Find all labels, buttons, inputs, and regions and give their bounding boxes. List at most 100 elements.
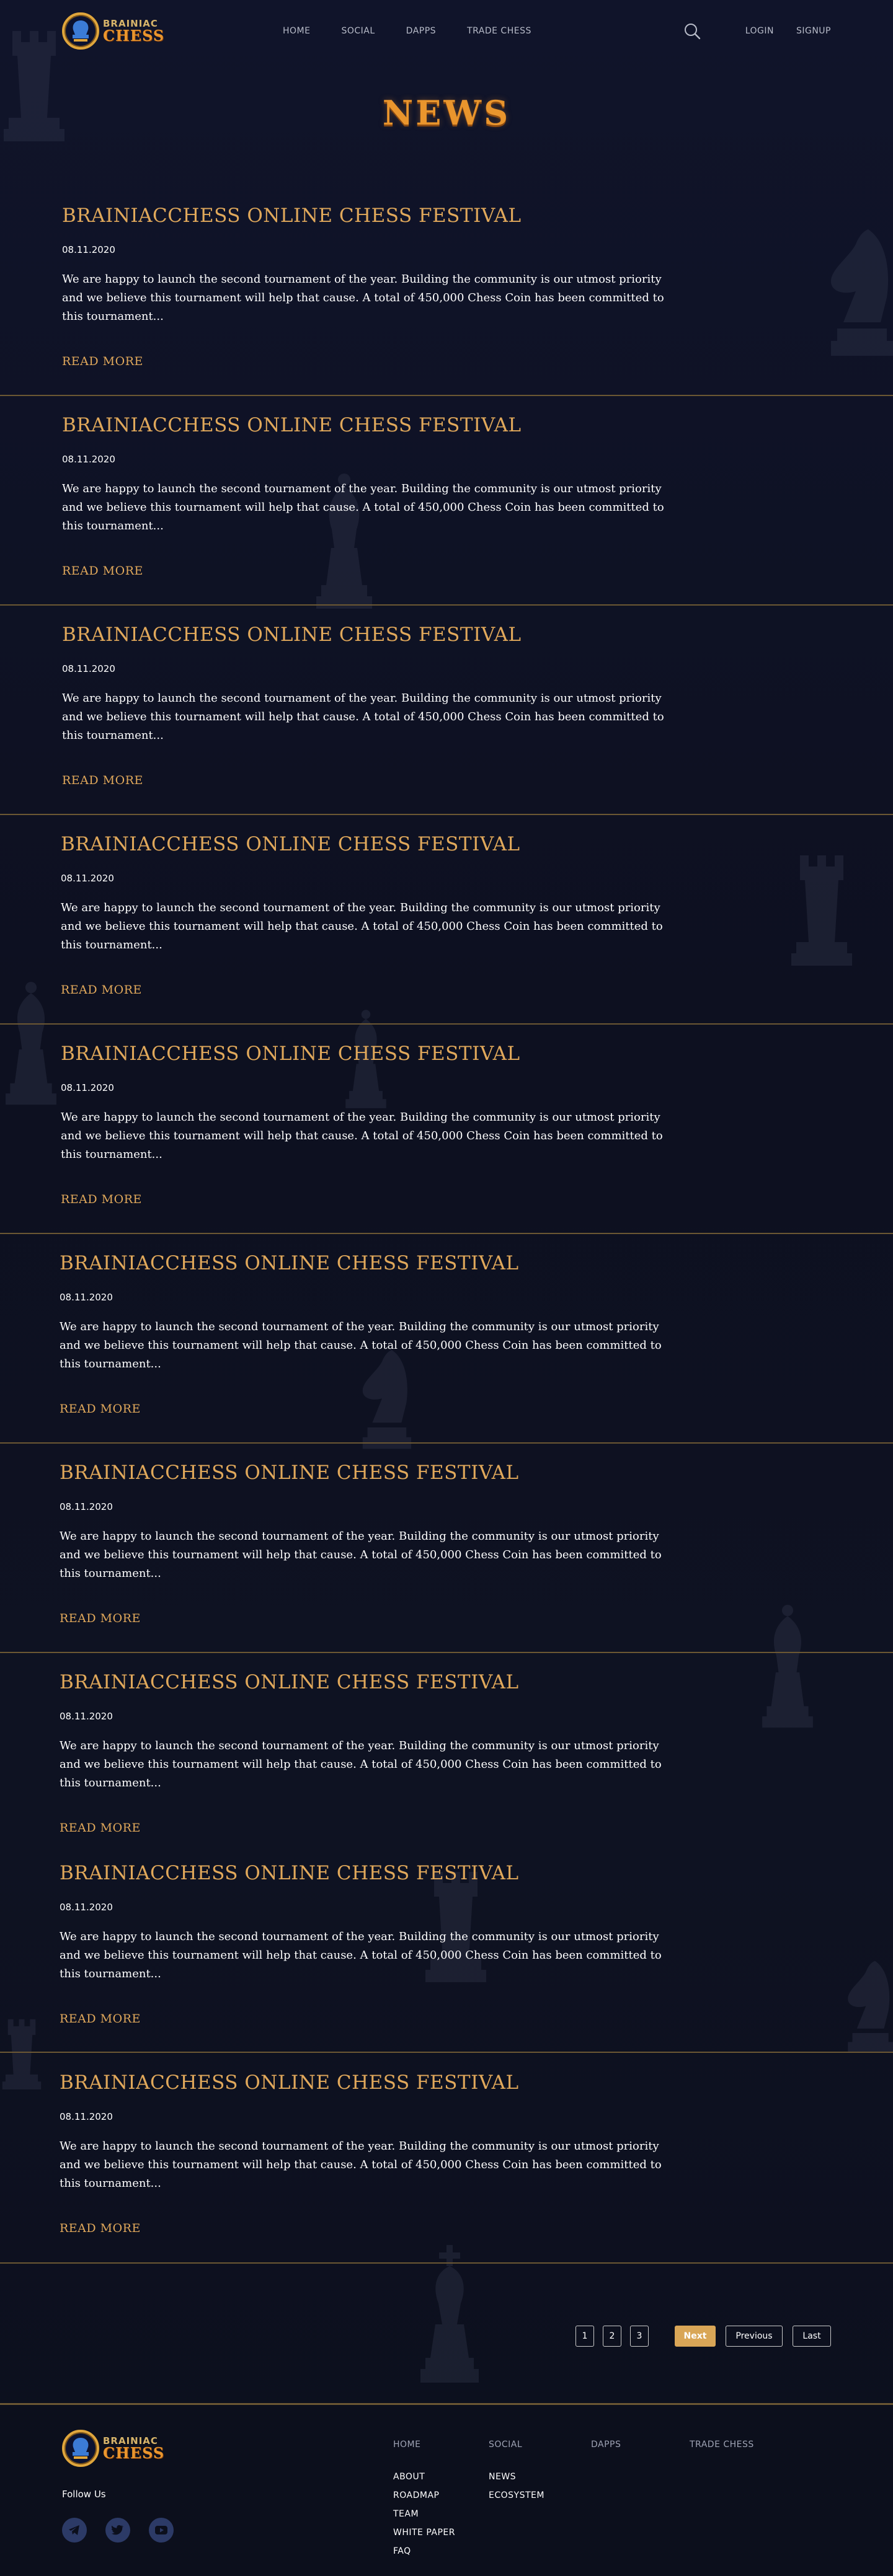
telegram-icon[interactable] xyxy=(62,2518,87,2543)
footer-link-faq[interactable]: FAQ xyxy=(393,2546,455,2556)
footer-heading-social[interactable]: SOCIAL xyxy=(489,2440,544,2450)
footer-heading-home[interactable]: HOME xyxy=(393,2440,455,2450)
article-excerpt: We are happy to launch the second tourna… xyxy=(61,901,663,951)
login-link[interactable]: LOGIN xyxy=(745,26,774,36)
brand-logo[interactable]: BRAINIAC CHESS xyxy=(62,12,164,50)
article-divider xyxy=(0,395,893,396)
news-article-content: BRAINIACCHESS ONLINE CHESS FESTIVAL 08.11… xyxy=(60,1671,667,1835)
article-date: 08.11.2020 xyxy=(61,1082,114,1093)
bishop-bg-icon-4 xyxy=(757,1599,819,1736)
footer-link-white-paper[interactable]: WHITE PAPER xyxy=(393,2528,455,2538)
brand-line2: CHESS xyxy=(103,26,165,45)
read-more-link[interactable]: READ MORE xyxy=(60,1402,141,1416)
article-excerpt: We are happy to launch the second tourna… xyxy=(62,482,664,532)
page-2-button[interactable]: 2 xyxy=(603,2326,621,2347)
news-article-content: BRAINIACCHESS ONLINE CHESS FESTIVAL 08.11… xyxy=(60,1862,667,2026)
nav-social[interactable]: SOCIAL xyxy=(341,26,375,36)
site-header: BRAINIAC CHESS HOME SOCIAL DAPPS TRADE C… xyxy=(0,0,893,64)
last-button[interactable]: Last xyxy=(793,2326,831,2347)
news-article-content: BRAINIACCHESS ONLINE CHESS FESTIVAL 08.11… xyxy=(60,1462,667,1625)
youtube-icon[interactable] xyxy=(149,2518,174,2543)
article-excerpt: We are happy to launch the second tourna… xyxy=(62,273,664,323)
article-title[interactable]: BRAINIACCHESS ONLINE CHESS FESTIVAL xyxy=(61,833,669,855)
news-article-content: BRAINIACCHESS ONLINE CHESS FESTIVAL 08.11… xyxy=(62,624,670,787)
article-date: 08.11.2020 xyxy=(60,2111,113,2122)
article-date: 08.11.2020 xyxy=(62,663,115,674)
article-excerpt: We are happy to launch the second tourna… xyxy=(60,1530,662,1580)
read-more-link[interactable]: READ MORE xyxy=(60,2012,141,2026)
article-date: 08.11.2020 xyxy=(62,244,115,255)
page-title: NEWS xyxy=(382,93,511,133)
article-date: 08.11.2020 xyxy=(61,873,114,884)
article-excerpt: We are happy to launch the second tourna… xyxy=(62,692,664,742)
previous-button[interactable]: Previous xyxy=(726,2326,783,2347)
twitter-icon[interactable] xyxy=(105,2518,130,2543)
footer-brand-line2: CHESS xyxy=(103,2443,165,2462)
article-excerpt: We are happy to launch the second tourna… xyxy=(60,1739,662,1789)
article-divider xyxy=(0,1233,893,1234)
search-icon[interactable] xyxy=(683,22,701,40)
footer-col-social: SOCIAL NEWS ECOSYSTEM xyxy=(489,2440,544,2509)
site-footer: BRAINIAC CHESS Follow Us HOME ABOUT ROAD… xyxy=(0,2405,893,2576)
footer-link-roadmap[interactable]: ROADMAP xyxy=(393,2490,455,2500)
next-button[interactable]: Next xyxy=(675,2326,716,2347)
article-title[interactable]: BRAINIACCHESS ONLINE CHESS FESTIVAL xyxy=(60,1862,667,1884)
news-article-content: BRAINIACCHESS ONLINE CHESS FESTIVAL 08.11… xyxy=(62,205,670,368)
main-nav: HOME SOCIAL DAPPS TRADE CHESS xyxy=(283,26,562,36)
footer-link-ecosystem[interactable]: ECOSYSTEM xyxy=(489,2490,544,2500)
rook-bg-icon-4 xyxy=(0,1996,43,2114)
header-actions: LOGIN SIGNUP xyxy=(683,22,831,40)
page-3-button[interactable]: 3 xyxy=(630,2326,649,2347)
social-links xyxy=(62,2518,192,2543)
read-more-link[interactable]: READ MORE xyxy=(60,2221,141,2235)
article-divider xyxy=(0,1652,893,1653)
signup-link[interactable]: SIGNUP xyxy=(796,26,831,36)
footer-brand-logo[interactable]: BRAINIAC CHESS xyxy=(62,2430,164,2467)
article-date: 08.11.2020 xyxy=(60,1501,113,1512)
read-more-link[interactable]: READ MORE xyxy=(61,983,142,997)
article-divider xyxy=(0,814,893,815)
read-more-link[interactable]: READ MORE xyxy=(62,355,143,368)
read-more-link[interactable]: READ MORE xyxy=(60,1612,141,1625)
article-divider xyxy=(0,1023,893,1025)
footer-col-dapps: DAPPS xyxy=(591,2440,621,2472)
page-1-button[interactable]: 1 xyxy=(575,2326,594,2347)
article-title[interactable]: BRAINIACCHESS ONLINE CHESS FESTIVAL xyxy=(62,624,670,646)
article-title[interactable]: BRAINIACCHESS ONLINE CHESS FESTIVAL xyxy=(60,1671,667,1693)
article-title[interactable]: BRAINIACCHESS ONLINE CHESS FESTIVAL xyxy=(61,1043,669,1065)
logo-emblem-icon xyxy=(62,12,99,50)
nav-dapps[interactable]: DAPPS xyxy=(406,26,436,36)
footer-heading-trade-chess[interactable]: TRADE CHESS xyxy=(690,2440,754,2450)
article-excerpt: We are happy to launch the second tourna… xyxy=(60,1320,662,1370)
article-divider xyxy=(0,2262,893,2264)
footer-heading-dapps[interactable]: DAPPS xyxy=(591,2440,621,2450)
article-title[interactable]: BRAINIACCHESS ONLINE CHESS FESTIVAL xyxy=(62,414,670,436)
read-more-link[interactable]: READ MORE xyxy=(62,774,143,787)
article-date: 08.11.2020 xyxy=(60,1711,113,1722)
nav-trade-chess[interactable]: TRADE CHESS xyxy=(467,26,531,36)
footer-logo-emblem-icon xyxy=(62,2430,99,2467)
article-excerpt: We are happy to launch the second tourna… xyxy=(60,1930,662,1980)
footer-col-trade-chess: TRADE CHESS xyxy=(690,2440,754,2472)
footer-link-team[interactable]: TEAM xyxy=(393,2509,455,2519)
article-title[interactable]: BRAINIACCHESS ONLINE CHESS FESTIVAL xyxy=(60,1252,667,1274)
nav-home[interactable]: HOME xyxy=(283,26,310,36)
article-date: 08.11.2020 xyxy=(62,454,115,465)
footer-link-about[interactable]: ABOUT xyxy=(393,2472,455,2482)
read-more-link[interactable]: READ MORE xyxy=(60,1821,141,1835)
article-title[interactable]: BRAINIACCHESS ONLINE CHESS FESTIVAL xyxy=(62,205,670,227)
article-divider xyxy=(0,2052,893,2053)
rook-bg-icon-2 xyxy=(788,849,856,973)
footer-link-news[interactable]: NEWS xyxy=(489,2472,544,2482)
pagination: 1 2 3 Next Previous Last xyxy=(567,2326,831,2347)
news-article-content: BRAINIACCHESS ONLINE CHESS FESTIVAL 08.11… xyxy=(60,2071,667,2235)
page: BRAINIAC CHESS HOME SOCIAL DAPPS TRADE C… xyxy=(0,0,893,2576)
article-divider xyxy=(0,1442,893,1444)
knight-bg-icon xyxy=(825,223,893,366)
article-divider xyxy=(0,604,893,606)
article-title[interactable]: BRAINIACCHESS ONLINE CHESS FESTIVAL xyxy=(60,2071,667,2094)
news-article-content: BRAINIACCHESS ONLINE CHESS FESTIVAL 08.11… xyxy=(62,414,670,578)
read-more-link[interactable]: READ MORE xyxy=(61,1193,142,1206)
read-more-link[interactable]: READ MORE xyxy=(62,564,143,578)
article-title[interactable]: BRAINIACCHESS ONLINE CHESS FESTIVAL xyxy=(60,1462,667,1484)
